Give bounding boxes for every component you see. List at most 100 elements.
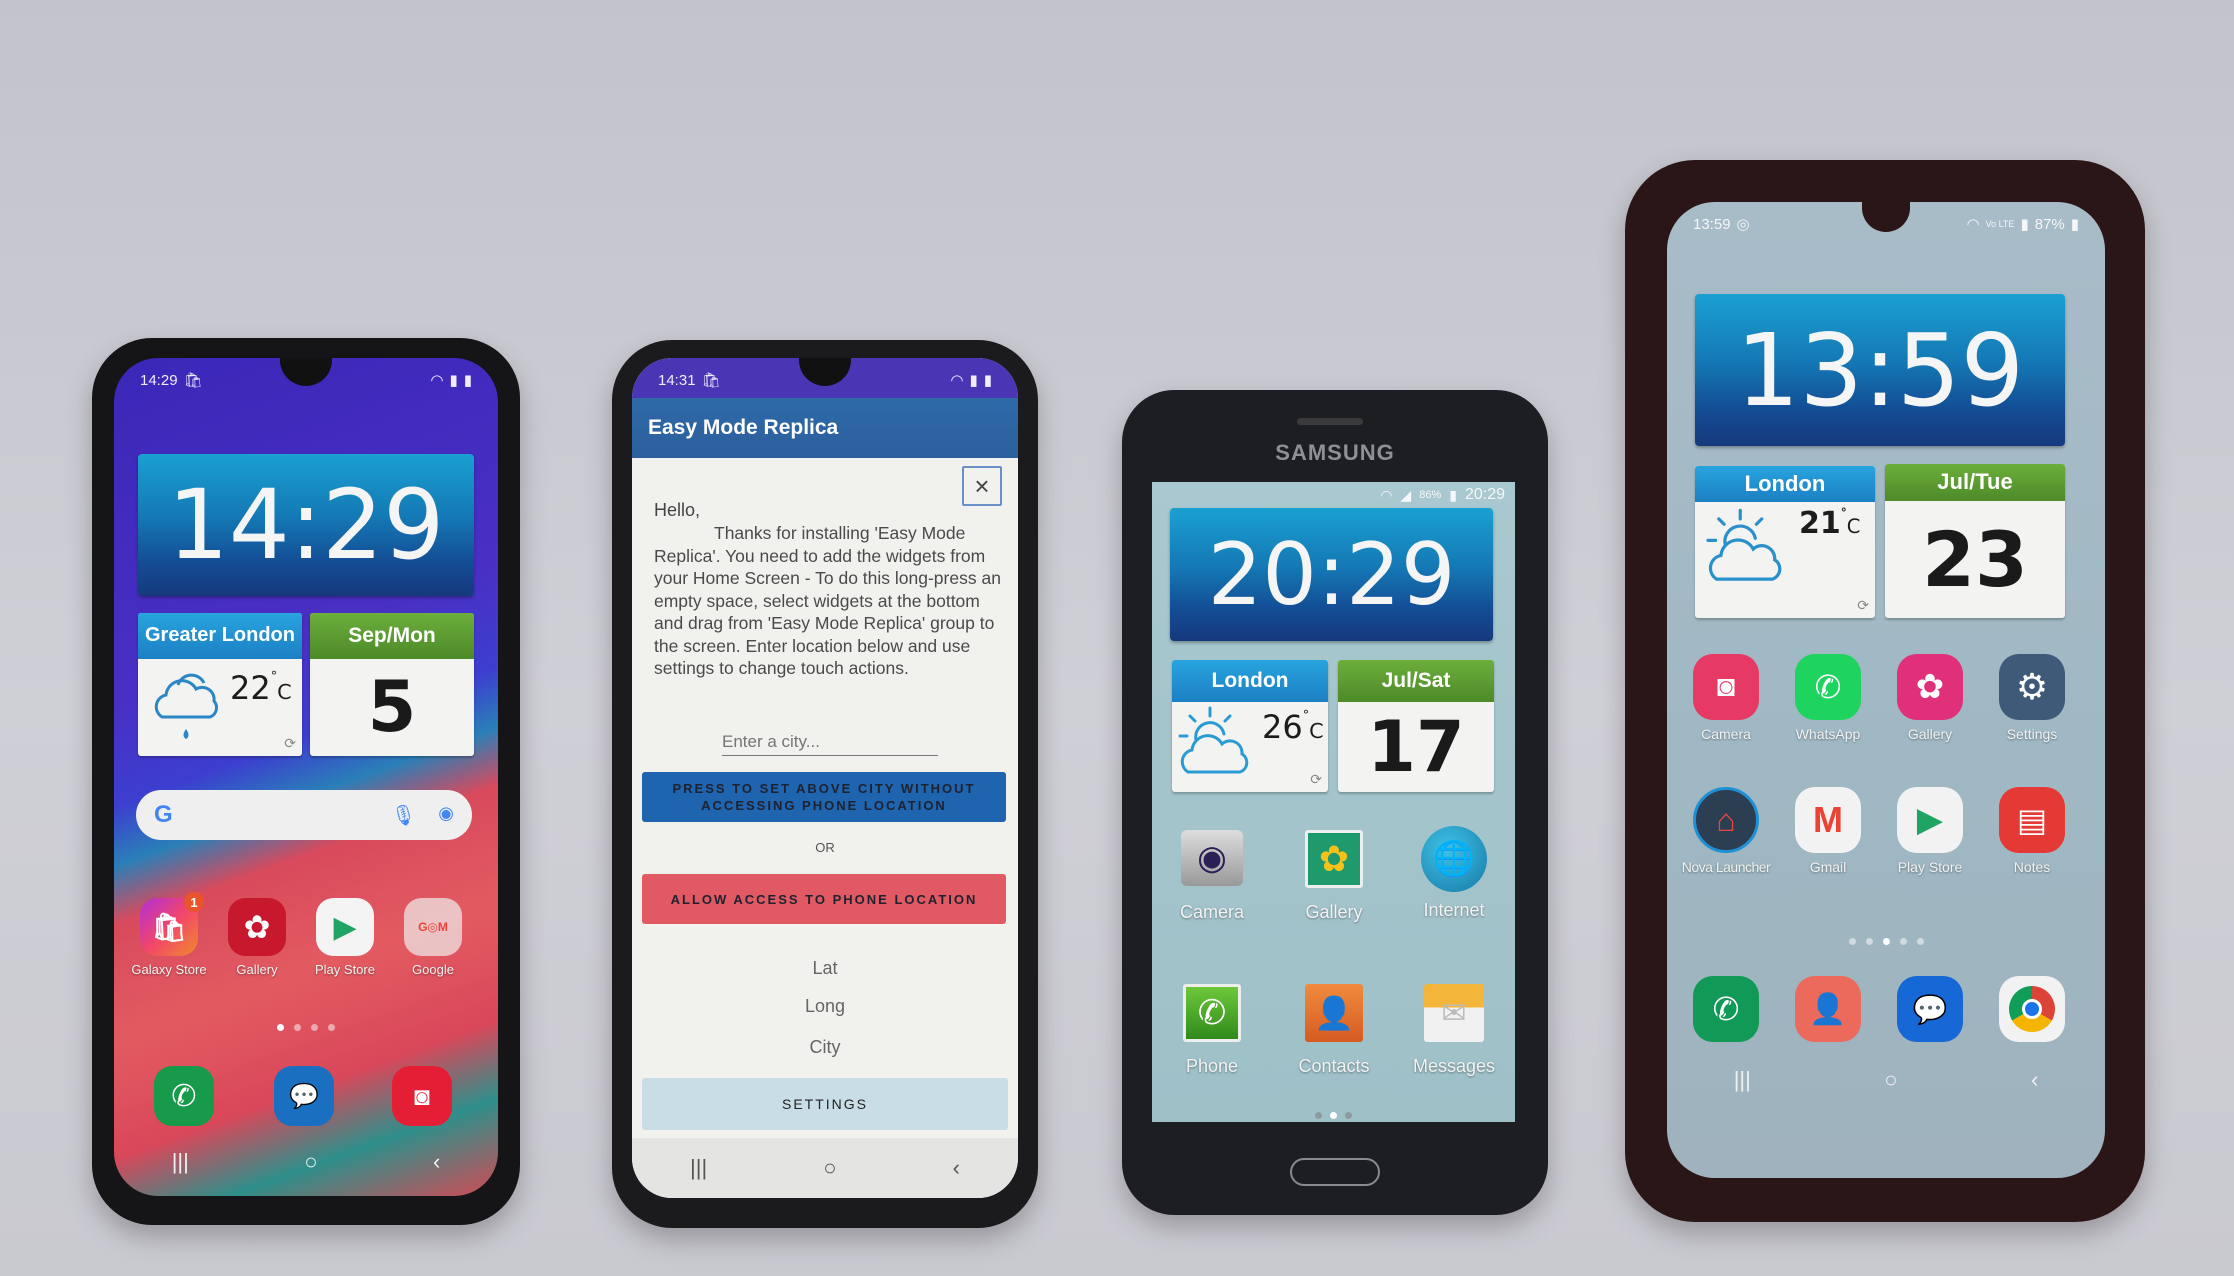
status-bar: 14:31 🛍 ◠ ▮ ▮ (632, 358, 1018, 402)
home-button[interactable]: ○ (823, 1155, 836, 1181)
calendar-widget[interactable]: Jul/Tue 23 (1885, 464, 2065, 618)
refresh-icon[interactable]: ⟳ (284, 735, 296, 752)
weather-widget[interactable]: London 21°C ⟳ (1695, 466, 1875, 618)
calendar-widget[interactable]: Sep/Mon 5 (310, 613, 474, 756)
weather-temperature: 22°C (230, 668, 292, 707)
brand-logo: SAMSUNG (1275, 440, 1395, 465)
app-gmail[interactable]: M Gmail (1783, 787, 1873, 875)
camera-icon: ◙ (392, 1066, 452, 1126)
dock-messages[interactable]: 💬 (274, 1066, 334, 1126)
app-label: Play Store (1897, 859, 1963, 875)
welcome-greeting: Hello, (654, 500, 701, 520)
set-city-button[interactable]: PRESS TO SET ABOVE CITY WITHOUT ACCESSIN… (642, 772, 1006, 822)
phone-icon: ✆ (1183, 984, 1241, 1042)
app-nova-launcher[interactable]: ⌂ Nova Launcher (1681, 787, 1771, 875)
app-camera[interactable]: ◙ Camera (1681, 654, 1771, 742)
phone-4-screen: 13:59 ◎ ◠ Vo LTE ▮ 87% ▮ 13:59 London 21°C ⟳ (1667, 202, 2105, 1178)
status-time: 20:29 (1464, 486, 1505, 503)
app-label: Play Store (315, 962, 375, 977)
dock-phone[interactable]: ✆ (154, 1066, 214, 1126)
app-whatsapp[interactable]: ✆ WhatsApp (1783, 654, 1873, 742)
dock-chrome[interactable] (1999, 976, 2065, 1042)
camera-icon: ◙ (1693, 654, 1759, 720)
back-button[interactable]: ‹ (2031, 1067, 2038, 1093)
app-phone[interactable]: ✆ Phone (1162, 984, 1262, 1077)
recents-button[interactable]: ||| (690, 1155, 707, 1181)
app-play-store[interactable]: ▶ Play Store (1885, 787, 1975, 875)
app-internet[interactable]: 🌐 Internet (1404, 826, 1504, 921)
dock-phone[interactable]: ✆ (1693, 976, 1759, 1042)
settings-button[interactable]: SETTINGS (642, 1078, 1008, 1130)
partly-cloudy-icon (1178, 706, 1249, 774)
app-label: Gallery (236, 962, 278, 977)
app-gallery[interactable]: ✿ Gallery (1885, 654, 1975, 742)
recents-button[interactable]: ||| (172, 1149, 189, 1175)
close-button[interactable]: × (962, 466, 1002, 506)
weather-widget[interactable]: London 26°C ⟳ (1172, 660, 1328, 792)
city-input-field[interactable] (722, 728, 938, 755)
latitude-label: Lat (812, 958, 838, 978)
google-logo-icon: G (154, 801, 173, 828)
home-button[interactable]: ○ (304, 1149, 317, 1175)
dock-camera[interactable]: ◙ (392, 1066, 452, 1126)
weather-widget[interactable]: Greater London 22°C ⟳ (138, 613, 302, 756)
app-settings[interactable]: ⚙ Settings (1987, 654, 2077, 742)
weather-temperature: 26°C (1262, 708, 1324, 747)
app-notes[interactable]: ▤ Notes (1987, 787, 2077, 875)
messages-icon: 💬 (1897, 976, 1963, 1042)
phone-icon: ✆ (1693, 976, 1759, 1042)
weather-location: Greater London (138, 613, 302, 659)
status-bar: ◠ ◢ 86% ▮ 20:29 (1380, 486, 1505, 504)
clock-widget[interactable]: 20:29 (1170, 508, 1493, 641)
app-galaxy-store[interactable]: 🛍 1 Galaxy Store (128, 892, 210, 977)
clock-widget[interactable]: 14:29 (138, 454, 474, 596)
contacts-icon: 👤 (1305, 984, 1363, 1042)
back-button[interactable]: ‹ (433, 1149, 440, 1175)
dock-messages[interactable]: 💬 (1897, 976, 1963, 1042)
calendar-widget[interactable]: Jul/Sat 17 (1338, 660, 1494, 792)
app-label: Notes (2013, 859, 2051, 875)
speaker-grille (1297, 418, 1363, 425)
google-folder-icon: G◎M (404, 898, 462, 956)
rain-cloud-icon (154, 673, 219, 739)
calendar-date: 23 (1922, 514, 2028, 604)
google-lens-icon[interactable]: ◉ (438, 803, 454, 828)
app-label: Google (412, 962, 454, 977)
calendar-month-day: Jul/Tue (1885, 464, 2065, 501)
globe-icon: 🌐 (1421, 826, 1487, 892)
app-gallery[interactable]: ✿ Gallery (216, 898, 298, 977)
app-label: Galaxy Store (131, 962, 207, 977)
clock-widget[interactable]: 13:59 (1695, 294, 2065, 446)
camera-icon: ◉ (1181, 830, 1243, 886)
dock-contacts[interactable]: 👤 (1795, 976, 1861, 1042)
app-messages[interactable]: ✉ Messages (1404, 984, 1504, 1077)
partly-cloudy-icon (1706, 509, 1782, 582)
google-search-bar[interactable]: G 🎙 ◉ (136, 790, 472, 840)
phone-4: 13:59 ◎ ◠ Vo LTE ▮ 87% ▮ 13:59 London 21°C ⟳ (1625, 160, 2145, 1222)
home-button[interactable]: ○ (1884, 1067, 1897, 1093)
app-play-store[interactable]: ▶ Play Store (304, 898, 386, 977)
status-time: 14:29 (140, 371, 178, 389)
back-button[interactable]: ‹ (953, 1155, 960, 1181)
city-input[interactable] (722, 728, 938, 756)
phone-3-screen: ◠ ◢ 86% ▮ 20:29 20:29 London 26°C ⟳ Jul/… (1152, 482, 1515, 1122)
allow-location-button[interactable]: ALLOW ACCESS TO PHONE LOCATION (642, 874, 1006, 924)
refresh-icon[interactable]: ⟳ (1310, 771, 1322, 788)
calendar-month-day: Sep/Mon (310, 613, 474, 659)
app-gallery[interactable]: ✿ Gallery (1284, 830, 1384, 923)
app-label: Gallery (1305, 902, 1363, 922)
shopping-bag-icon: 🛍 (183, 372, 203, 389)
home-button[interactable] (1290, 1158, 1380, 1186)
phone-3: SAMSUNG ◠ ◢ 86% ▮ 20:29 20:29 London 26°… (1122, 390, 1548, 1215)
gear-icon: ⚙ (1999, 654, 2065, 720)
recents-button[interactable]: ||| (1734, 1067, 1751, 1093)
app-contacts[interactable]: 👤 Contacts (1284, 984, 1384, 1077)
app-camera[interactable]: ◉ Camera (1162, 830, 1262, 923)
app-google-folder[interactable]: G◎M Google (392, 898, 474, 977)
microphone-icon[interactable]: 🎙 (391, 803, 416, 828)
page-indicator (1667, 938, 2105, 945)
navigation-bar: ||| ○ ‹ (1667, 1060, 2105, 1100)
refresh-icon[interactable]: ⟳ (1857, 597, 1869, 614)
app-label: Phone (1185, 1056, 1239, 1076)
nova-launcher-icon: ⌂ (1693, 787, 1759, 853)
